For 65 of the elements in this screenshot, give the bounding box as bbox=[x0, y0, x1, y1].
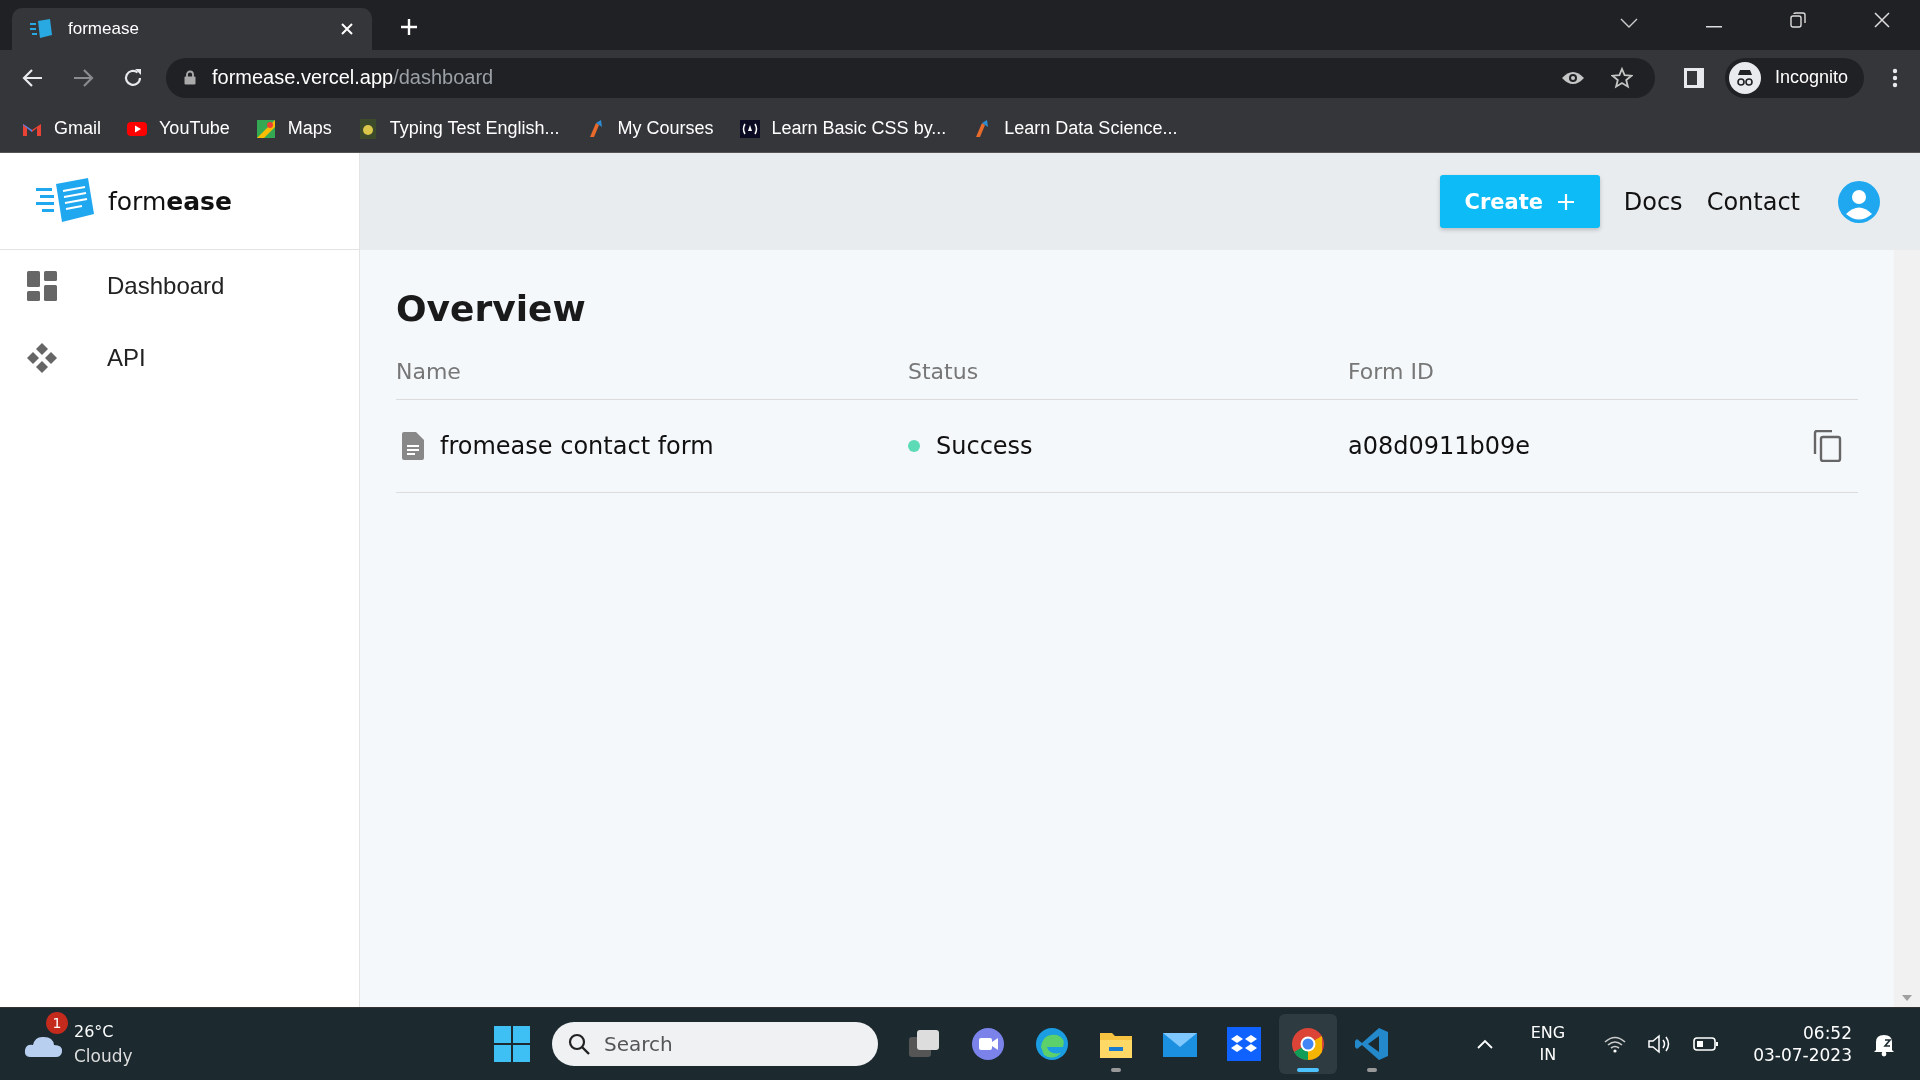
star-icon[interactable] bbox=[1610, 66, 1633, 89]
nav-link[interactable]: Contact bbox=[1706, 187, 1800, 216]
incognito-icon bbox=[1728, 61, 1761, 94]
close-icon[interactable] bbox=[1874, 12, 1890, 28]
avatar-icon[interactable] bbox=[1838, 180, 1880, 223]
sidebar-item[interactable]: Dashboard bbox=[0, 250, 359, 322]
bookmark-icon bbox=[739, 118, 760, 139]
new-tab-icon[interactable] bbox=[400, 18, 418, 36]
tab-title: formease bbox=[68, 19, 140, 39]
logo-icon bbox=[30, 19, 52, 39]
weather-condition: Cloudy bbox=[74, 1045, 133, 1068]
start-icon[interactable] bbox=[494, 1026, 530, 1062]
notification-badge: 1 bbox=[46, 1012, 68, 1034]
minimize-icon[interactable] bbox=[1706, 26, 1722, 28]
bookmark[interactable]: Typing Test English... bbox=[357, 118, 560, 139]
forward-icon[interactable] bbox=[72, 67, 94, 88]
lock-icon bbox=[183, 70, 196, 85]
battery-icon[interactable] bbox=[1693, 1036, 1720, 1052]
taskbar-app[interactable] bbox=[1279, 1014, 1337, 1074]
bookmark[interactable]: Gmail bbox=[22, 118, 101, 139]
plus-icon bbox=[1557, 192, 1575, 211]
profile-button[interactable]: Incognito bbox=[1724, 57, 1864, 98]
temperature: 26°C bbox=[74, 1021, 115, 1043]
chrome-icon bbox=[1289, 1025, 1327, 1063]
sidebar-item[interactable]: API bbox=[0, 322, 359, 394]
api-icon bbox=[27, 343, 57, 373]
column-header: Status bbox=[908, 358, 980, 384]
dashboard-icon bbox=[27, 271, 57, 301]
bookmark[interactable]: Maps bbox=[255, 118, 332, 139]
table-cell: Success bbox=[936, 432, 1033, 460]
language-indicator[interactable]: ENG IN bbox=[1530, 1022, 1566, 1066]
clock[interactable]: 06:52 03-07-2023 bbox=[1753, 1022, 1852, 1066]
column-header: Name bbox=[396, 358, 462, 384]
bookmark-icon bbox=[255, 118, 276, 139]
bookmark[interactable]: Learn Data Science... bbox=[972, 118, 1178, 139]
bookmark[interactable]: Learn Basic CSS by... bbox=[739, 118, 947, 139]
document-icon bbox=[402, 432, 424, 460]
copy-icon[interactable] bbox=[1812, 430, 1842, 462]
chevron-down-icon[interactable] bbox=[1620, 18, 1638, 28]
chevron-up-icon[interactable] bbox=[1476, 1039, 1493, 1049]
page-title: Overview bbox=[396, 288, 587, 329]
box-icon bbox=[1225, 1025, 1263, 1063]
video-call-icon bbox=[969, 1025, 1007, 1063]
browser-tab[interactable]: formease bbox=[12, 8, 372, 50]
more-icon[interactable] bbox=[1892, 67, 1898, 88]
code-editor-icon bbox=[1353, 1025, 1391, 1063]
address-bar[interactable]: formease.vercel.app/dashboard bbox=[165, 57, 1655, 98]
back-icon[interactable] bbox=[22, 67, 44, 88]
logo-icon bbox=[36, 178, 96, 224]
column-header: Form ID bbox=[1348, 358, 1435, 384]
restore-icon[interactable] bbox=[1790, 12, 1806, 28]
bookmark[interactable]: My Courses bbox=[585, 118, 714, 139]
table-cell: a08d0911b09e bbox=[1348, 432, 1531, 460]
search-field[interactable]: Search bbox=[552, 1022, 878, 1066]
eye-icon[interactable] bbox=[1560, 69, 1585, 86]
side-panel-icon[interactable] bbox=[1682, 66, 1705, 89]
table-cell: fromease contact form bbox=[440, 432, 714, 460]
browser-icon bbox=[1033, 1025, 1071, 1063]
nav-link[interactable]: Docs bbox=[1623, 187, 1683, 216]
logo-text: formease bbox=[108, 186, 232, 216]
url-text: formease.vercel.app/dashboard bbox=[211, 66, 494, 89]
wifi-icon[interactable] bbox=[1603, 1035, 1628, 1053]
bookmark[interactable]: YouTube bbox=[127, 118, 230, 139]
scrollbar[interactable] bbox=[1894, 250, 1920, 1007]
bookmark-icon bbox=[357, 118, 378, 139]
